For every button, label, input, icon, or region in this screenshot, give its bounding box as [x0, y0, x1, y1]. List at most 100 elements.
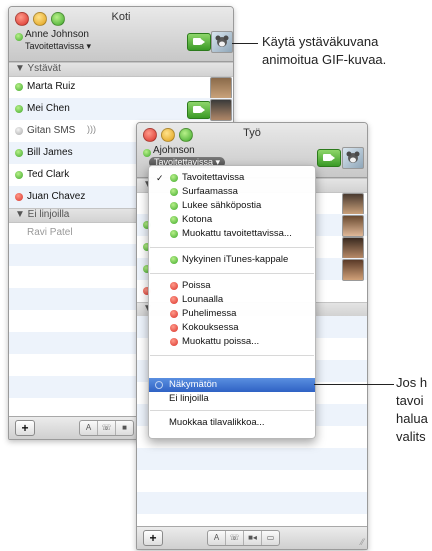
my-name: Anne Johnson: [25, 29, 89, 40]
buddy-name: Ted Clark: [27, 169, 70, 180]
menu-item-label: Kokouksessa: [182, 322, 239, 333]
callout-line-right: [314, 384, 394, 385]
buddy-name: Juan Chavez: [27, 191, 86, 202]
menu-item-away[interactable]: Poissa: [149, 279, 315, 293]
menu-separator: [150, 247, 314, 248]
menu-item-itunes[interactable]: Nykyinen iTunes-kappale: [149, 253, 315, 267]
audio-chat-button[interactable]: ☏: [226, 531, 244, 545]
video-chat-button[interactable]: ■: [116, 421, 133, 435]
action-buttons: A ☏ ■◂ ▭: [207, 530, 280, 546]
add-buddy-button[interactable]: +: [15, 420, 35, 436]
callout-text-line: valits: [396, 429, 426, 444]
menu-item-surfing[interactable]: Surfaamassa: [149, 185, 315, 199]
callout-invisible: Jos h tavoi halua valits: [396, 374, 428, 446]
menu-item-offline[interactable]: Ei linjoilla: [149, 392, 315, 406]
window-title: Työ: [243, 127, 261, 139]
buddy-picture: [342, 215, 364, 237]
empty-row: [137, 470, 367, 492]
action-buttons: A ☏ ■: [79, 420, 134, 436]
status-available-icon: [170, 216, 178, 224]
buddy-row[interactable]: Mei Chen: [9, 98, 233, 121]
menu-item-label: Muokattu tavoitettavissa...: [182, 228, 292, 239]
callout-buddy-picture: Käytä ystäväkuvana animoitua GIF-kuvaa.: [262, 33, 386, 69]
status-available-icon: [170, 202, 178, 210]
menu-item-label: Lukee sähköpostia: [182, 200, 262, 211]
tyo-toolbar: + A ☏ ■◂ ▭ ⁄⁄: [137, 526, 367, 549]
koti-titlebar[interactable]: Koti Anne Johnson Tavoitettavissa ▾: [9, 7, 233, 62]
my-status-popup[interactable]: Tavoitettavissa ▾: [25, 41, 91, 52]
callout-text-line: animoitua GIF-kuvaa.: [262, 52, 387, 67]
menu-item-label: Muokkaa tilavalikkoa...: [169, 417, 265, 428]
menu-item-reading-email[interactable]: Lukee sähköpostia: [149, 199, 315, 213]
checkmark-icon: ✓: [156, 173, 164, 183]
menu-item-in-meeting[interactable]: Kokouksessa: [149, 321, 315, 335]
status-away-icon: [170, 282, 178, 290]
menu-item-label: Ei linjoilla: [169, 393, 209, 404]
pet-photo-icon: [346, 151, 360, 163]
status-available-icon: [170, 174, 178, 182]
status-available-icon: [170, 256, 178, 264]
status-available-icon: [15, 149, 23, 157]
buddy-picture: [210, 77, 232, 99]
video-camera-icon[interactable]: [187, 33, 211, 51]
resize-grip-icon[interactable]: ⁄⁄: [361, 537, 364, 547]
menu-item-invisible[interactable]: Näkymätön: [149, 378, 315, 392]
buddy-picture: [342, 193, 364, 215]
status-invisible-icon: [155, 381, 163, 389]
menu-item-edit-status-menu[interactable]: Muokkaa tilavalikkoa...: [149, 416, 315, 430]
audio-chat-button[interactable]: ☏: [98, 421, 116, 435]
buddy-row[interactable]: Marta Ruiz: [9, 76, 233, 99]
add-buddy-button[interactable]: +: [143, 530, 163, 546]
buddy-picture: [210, 99, 232, 121]
text-chat-button[interactable]: A: [208, 531, 226, 545]
empty-row: [137, 448, 367, 470]
empty-row: [137, 492, 367, 514]
menu-item-at-lunch[interactable]: Lounaalla: [149, 293, 315, 307]
buddy-name: Bill James: [27, 147, 73, 158]
menu-item-label: Puhelimessa: [182, 308, 237, 319]
video-chat-button[interactable]: ■◂: [244, 531, 262, 545]
status-available-icon: [170, 188, 178, 196]
my-buddy-picture[interactable]: [342, 147, 364, 169]
status-away-icon: [170, 296, 178, 304]
callout-text-line: Jos h: [396, 375, 428, 390]
menu-item-label: Tavoitettavissa: [182, 172, 245, 183]
video-camera-icon[interactable]: [187, 101, 211, 119]
buddy-name: Mei Chen: [27, 103, 70, 114]
status-away-icon: [170, 324, 178, 332]
buddy-picture: [342, 237, 364, 259]
my-buddy-picture[interactable]: [211, 31, 233, 53]
menu-item-available[interactable]: ✓ Tavoitettavissa: [149, 171, 315, 185]
buddy-name: Ravi Patel: [27, 227, 73, 238]
status-available-icon: [15, 105, 23, 113]
text-chat-button[interactable]: A: [80, 421, 98, 435]
my-name: Ajohnson: [153, 145, 195, 156]
callout-text-line: tavoi: [396, 393, 424, 408]
menu-item-label: Kotona: [182, 214, 213, 225]
window-title: Koti: [111, 11, 131, 23]
group-header-friends[interactable]: ▼ Ystävät: [9, 62, 233, 77]
video-camera-icon[interactable]: [317, 149, 341, 167]
callout-line-top: [232, 43, 258, 44]
status-menu: ✓ Tavoitettavissa Surfaamassa Lukee sähk…: [148, 165, 316, 439]
menu-item-custom-away[interactable]: Muokattu poissa...: [149, 335, 315, 349]
menu-item-custom-available[interactable]: Muokattu tavoitettavissa...: [149, 227, 315, 241]
menu-item-at-home[interactable]: Kotona: [149, 213, 315, 227]
status-sms-icon: [15, 127, 23, 135]
menu-item-label: Surfaamassa: [182, 186, 238, 197]
menu-separator: [150, 273, 314, 274]
group-label: ▼ Ei linjoilla: [15, 209, 70, 220]
screen-share-button[interactable]: ▭: [262, 531, 279, 545]
buddy-picture: [342, 259, 364, 281]
buddy-name: Gitan SMS: [27, 125, 76, 136]
callout-text-line: halua: [396, 411, 428, 426]
mobile-signal-icon: ))): [87, 124, 96, 134]
menu-item-on-phone[interactable]: Puhelimessa: [149, 307, 315, 321]
status-available-icon: [170, 230, 178, 238]
menu-item-label: Muokattu poissa...: [182, 336, 260, 347]
menu-separator: [150, 410, 314, 411]
menu-item-label: Nykyinen iTunes-kappale: [182, 254, 289, 265]
menu-item-label: Näkymätön: [169, 379, 218, 390]
group-label: ▼ Ystävät: [15, 63, 61, 74]
status-available-icon: [15, 83, 23, 91]
